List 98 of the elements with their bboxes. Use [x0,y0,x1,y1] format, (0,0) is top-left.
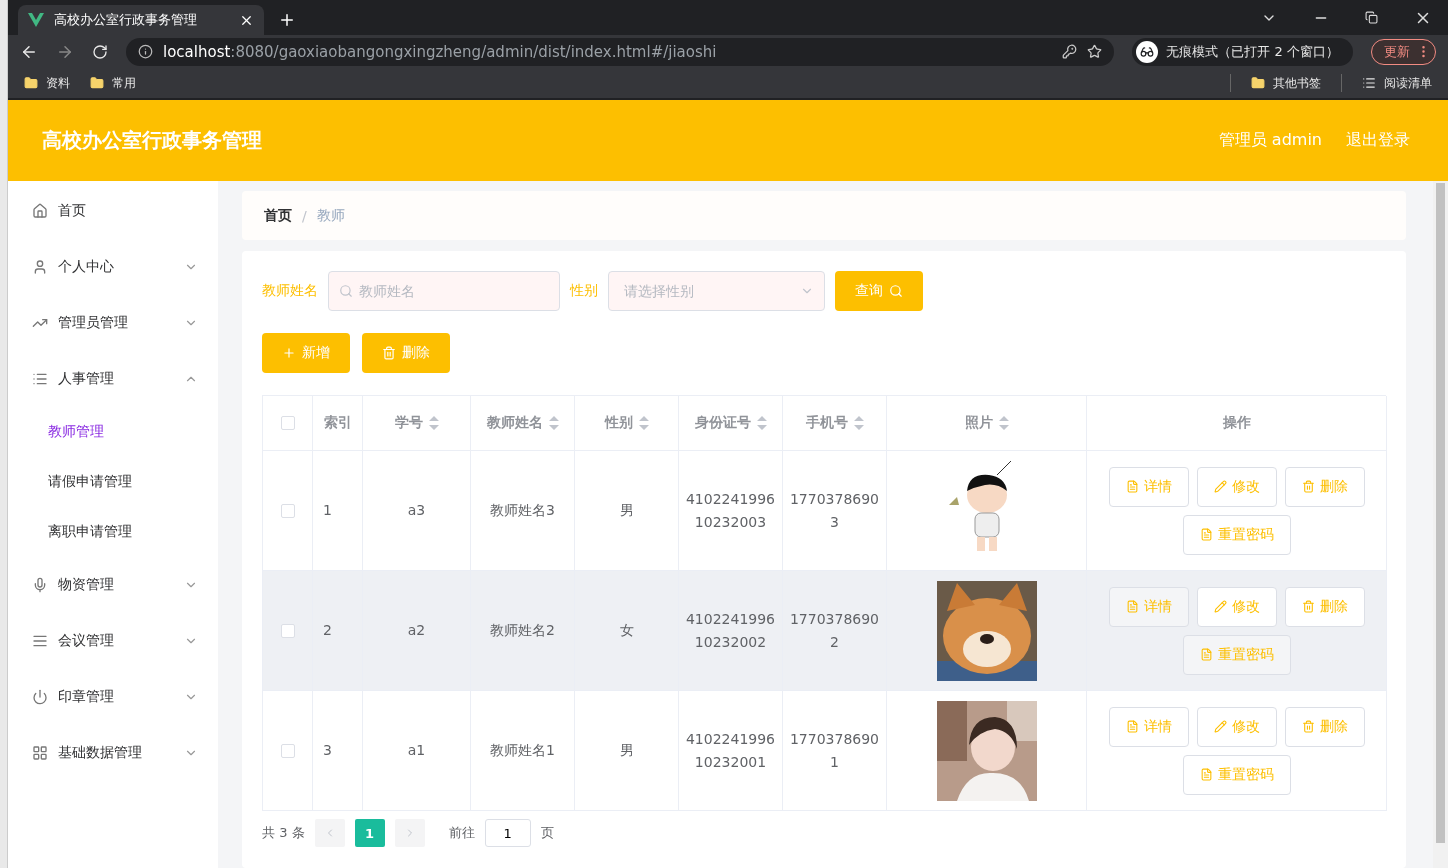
select-all-checkbox[interactable] [280,416,295,430]
document-icon [1199,648,1213,661]
menu-icon [32,745,48,761]
table-cell: 410224199610232003 [679,451,783,571]
sort-icon[interactable] [548,416,559,430]
field-label: 教师姓名 [262,282,318,300]
table-cell: 17703786901 [783,691,887,811]
menu-item[interactable]: 基础数据管理 [8,725,218,781]
name-search-field[interactable]: 教师姓名 [328,271,560,311]
bookmark[interactable]: 资料 [24,74,70,92]
incognito-badge[interactable]: 无痕模式（已打开 2 个窗口） [1132,37,1353,66]
table-cell: 3 [313,691,363,811]
table-cell: a1 [363,691,471,811]
table-cell: 男 [575,691,679,811]
key-icon[interactable] [1062,44,1078,59]
browser-tab[interactable]: 高校办公室行政事务管理 [18,5,264,35]
menu-icon [32,577,48,593]
menu-item[interactable]: 管理员管理 [8,295,218,351]
info-icon [138,44,153,59]
restore-icon[interactable] [1365,11,1378,24]
new-tab-icon[interactable] [278,11,296,29]
logo-icon [28,13,44,27]
search-icon [889,284,903,298]
field-label: 性别 [570,282,598,300]
star-icon[interactable] [1087,44,1103,59]
row-checkbox[interactable] [280,743,295,758]
menu-icon [32,371,48,387]
breadcrumb-separator: / [302,207,307,224]
table-cell: 410224199610232002 [679,571,783,691]
document-icon [1199,528,1213,541]
breadcrumb-item: 教师 [316,206,345,225]
trash-icon [1301,720,1315,733]
menu-icon [32,689,48,705]
table-cell: 男 [575,451,679,571]
address-bar[interactable]: localhost:8080/gaoxiaobangongxingzheng/admin/dist/index.html#/jiaoshi [126,37,1115,66]
user-name: 管理员 admin [1218,130,1322,151]
reload-icon[interactable] [92,43,108,60]
row-checkbox[interactable] [280,623,295,638]
folder-icon [1251,76,1265,90]
document-icon [1125,720,1139,733]
menu-item[interactable]: 印章管理 [8,669,218,725]
bookmark[interactable]: 其他书签 [1251,74,1321,92]
search-icon [339,284,353,298]
update-button[interactable]: 更新 [1371,38,1436,65]
goto-label: 前往 [448,824,475,842]
table-cell: 17703786903 [783,451,887,571]
sort-icon[interactable] [638,416,649,430]
page-suffix: 页 [540,824,554,842]
table-cell: 17703786902 [783,571,887,691]
plus-icon [282,346,296,360]
document-icon [1125,480,1139,493]
table-cell: 2 [313,571,363,691]
table-cell: 1 [313,451,363,571]
pencil-icon [1213,480,1227,493]
trash-icon [1301,480,1315,493]
menu-item[interactable]: 首页 [8,183,218,239]
table-cell: a3 [363,451,471,571]
submenu-item[interactable]: 离职申请管理 [8,507,218,557]
document-icon [1125,600,1139,613]
submenu-item[interactable]: 教师管理 [8,407,218,457]
pencil-icon [1213,720,1227,733]
submenu-item[interactable]: 请假申请管理 [8,457,218,507]
trash-icon [1301,600,1315,613]
row-checkbox[interactable] [280,503,295,518]
incognito-icon [1140,44,1155,59]
folder-icon [90,76,104,90]
prev-page-button[interactable] [314,819,345,847]
sort-icon[interactable] [428,416,439,430]
bookmark[interactable]: 常用 [90,74,136,92]
site-title: 高校办公室行政事务管理 [42,127,262,154]
pencil-icon [1213,600,1227,613]
table-cell: 教师姓名2 [471,571,575,691]
list-icon [1362,76,1376,90]
document-icon [1199,768,1213,781]
page-input[interactable]: 1 [484,819,531,847]
menu-icon [32,203,48,219]
table-cell: a2 [363,571,471,691]
breadcrumb-item[interactable]: 首页 [264,206,292,225]
sort-icon[interactable] [998,416,1009,430]
gender-select[interactable]: 请选择性别 [608,271,825,311]
menu-item[interactable]: 会议管理 [8,613,218,669]
trash-icon [382,346,396,360]
next-page-button[interactable] [394,819,425,847]
menu-item[interactable]: 人事管理 [8,351,218,407]
folder-icon [24,76,38,90]
menu-item[interactable]: 物资管理 [8,557,218,613]
menu-icon [32,633,48,649]
table-cell: 教师姓名1 [471,691,575,811]
menu-item[interactable]: 个人中心 [8,239,218,295]
scrollbar-thumb[interactable] [1436,183,1445,843]
sort-icon[interactable] [756,416,767,430]
table-cell: 教师姓名3 [471,451,575,571]
table-cell: 410224199610232001 [679,691,783,811]
sort-icon[interactable] [853,416,864,430]
menu-icon [32,259,48,275]
total-count: 共 3 条 [262,824,305,842]
table-cell: 女 [575,571,679,691]
reading-list[interactable]: 阅读清单 [1362,74,1432,92]
